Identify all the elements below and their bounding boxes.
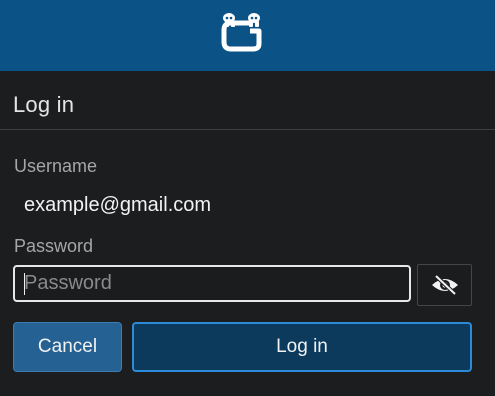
dialog-title: Log in	[13, 92, 75, 117]
login-button[interactable]: Log in	[132, 322, 472, 372]
password-input[interactable]	[13, 265, 411, 302]
title-divider	[0, 129, 495, 130]
app-header	[0, 0, 495, 71]
guacamole-logo-icon	[221, 13, 262, 52]
text-caret	[24, 273, 25, 295]
username-label: Username	[14, 156, 98, 176]
cancel-button[interactable]: Cancel	[13, 322, 122, 372]
password-label: Password	[14, 236, 94, 256]
eye-slash-icon	[431, 274, 458, 296]
username-value: example@gmail.com	[24, 194, 212, 216]
toggle-password-visibility-button[interactable]	[417, 264, 472, 306]
